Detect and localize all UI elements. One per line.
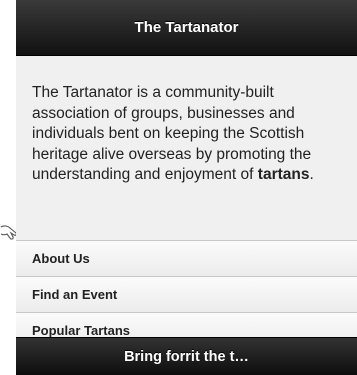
mobile-screen: The Tartanator The Tartanator is a commu… [16, 0, 357, 375]
intro-emphasis: tartans [257, 166, 310, 183]
page-title: The Tartanator [16, 0, 357, 56]
page-edge [0, 0, 17, 375]
footer-bar: Bring forrit the t… [16, 337, 357, 375]
menu-item-about-us[interactable]: About Us [16, 241, 357, 277]
main-menu: About Us Find an Event Popular Tartans [16, 240, 357, 349]
intro-paragraph: The Tartanator is a community-built asso… [16, 56, 357, 240]
menu-item-find-an-event[interactable]: Find an Event [16, 277, 357, 313]
intro-end: . [309, 166, 314, 183]
